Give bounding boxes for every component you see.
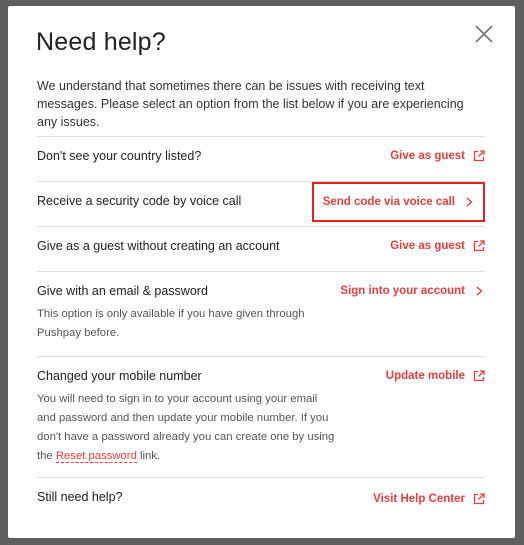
help-dialog: Need help? We understand that sometimes … — [8, 6, 515, 538]
give-as-guest-link[interactable]: Give as guest — [390, 150, 485, 162]
option-guest-no-account: Give as a guest without creating an acco… — [37, 226, 485, 271]
option-email-password: Give with an email & password This optio… — [37, 271, 485, 356]
chevron-right-icon — [463, 196, 475, 208]
option-description: This option is only available if you hav… — [37, 308, 305, 339]
intro-text: We understand that sometimes there can b… — [37, 79, 464, 129]
external-link-icon — [473, 150, 485, 162]
close-icon — [475, 25, 493, 43]
external-link-icon — [473, 370, 485, 382]
option-label: Give as a guest without creating an acco… — [37, 239, 280, 253]
option-label: Changed your mobile number — [37, 369, 202, 383]
option-voice-call: Receive a security code by voice call Se… — [37, 181, 485, 226]
option-label: Still need help? — [37, 490, 123, 504]
reset-password-link[interactable]: Reset password — [55, 450, 137, 463]
help-options-list: Don't see your country listed? Give as g… — [37, 136, 485, 522]
option-label: Receive a security code by voice call — [37, 194, 242, 208]
option-label: Don't see your country listed? — [37, 149, 202, 163]
update-mobile-link[interactable]: Update mobile — [386, 370, 485, 382]
send-code-voice-call-button[interactable]: Send code via voice call — [311, 182, 485, 222]
dialog-title: Need help? — [36, 28, 166, 56]
sign-into-account-link[interactable]: Sign into your account — [340, 285, 485, 297]
external-link-icon — [473, 493, 485, 505]
close-button[interactable] — [472, 22, 496, 46]
option-country-not-listed: Don't see your country listed? Give as g… — [37, 136, 485, 181]
visit-help-center-link[interactable]: Visit Help Center — [373, 493, 485, 505]
option-still-need-help: Still need help? Visit Help Center — [37, 477, 485, 522]
external-link-icon — [473, 240, 485, 252]
option-description: You will need to sign in to your account… — [37, 393, 335, 463]
chevron-right-icon — [473, 285, 485, 297]
option-changed-mobile: Changed your mobile number You will need… — [37, 356, 485, 477]
give-as-guest-link[interactable]: Give as guest — [390, 240, 485, 252]
option-label: Give with an email & password — [37, 284, 208, 298]
